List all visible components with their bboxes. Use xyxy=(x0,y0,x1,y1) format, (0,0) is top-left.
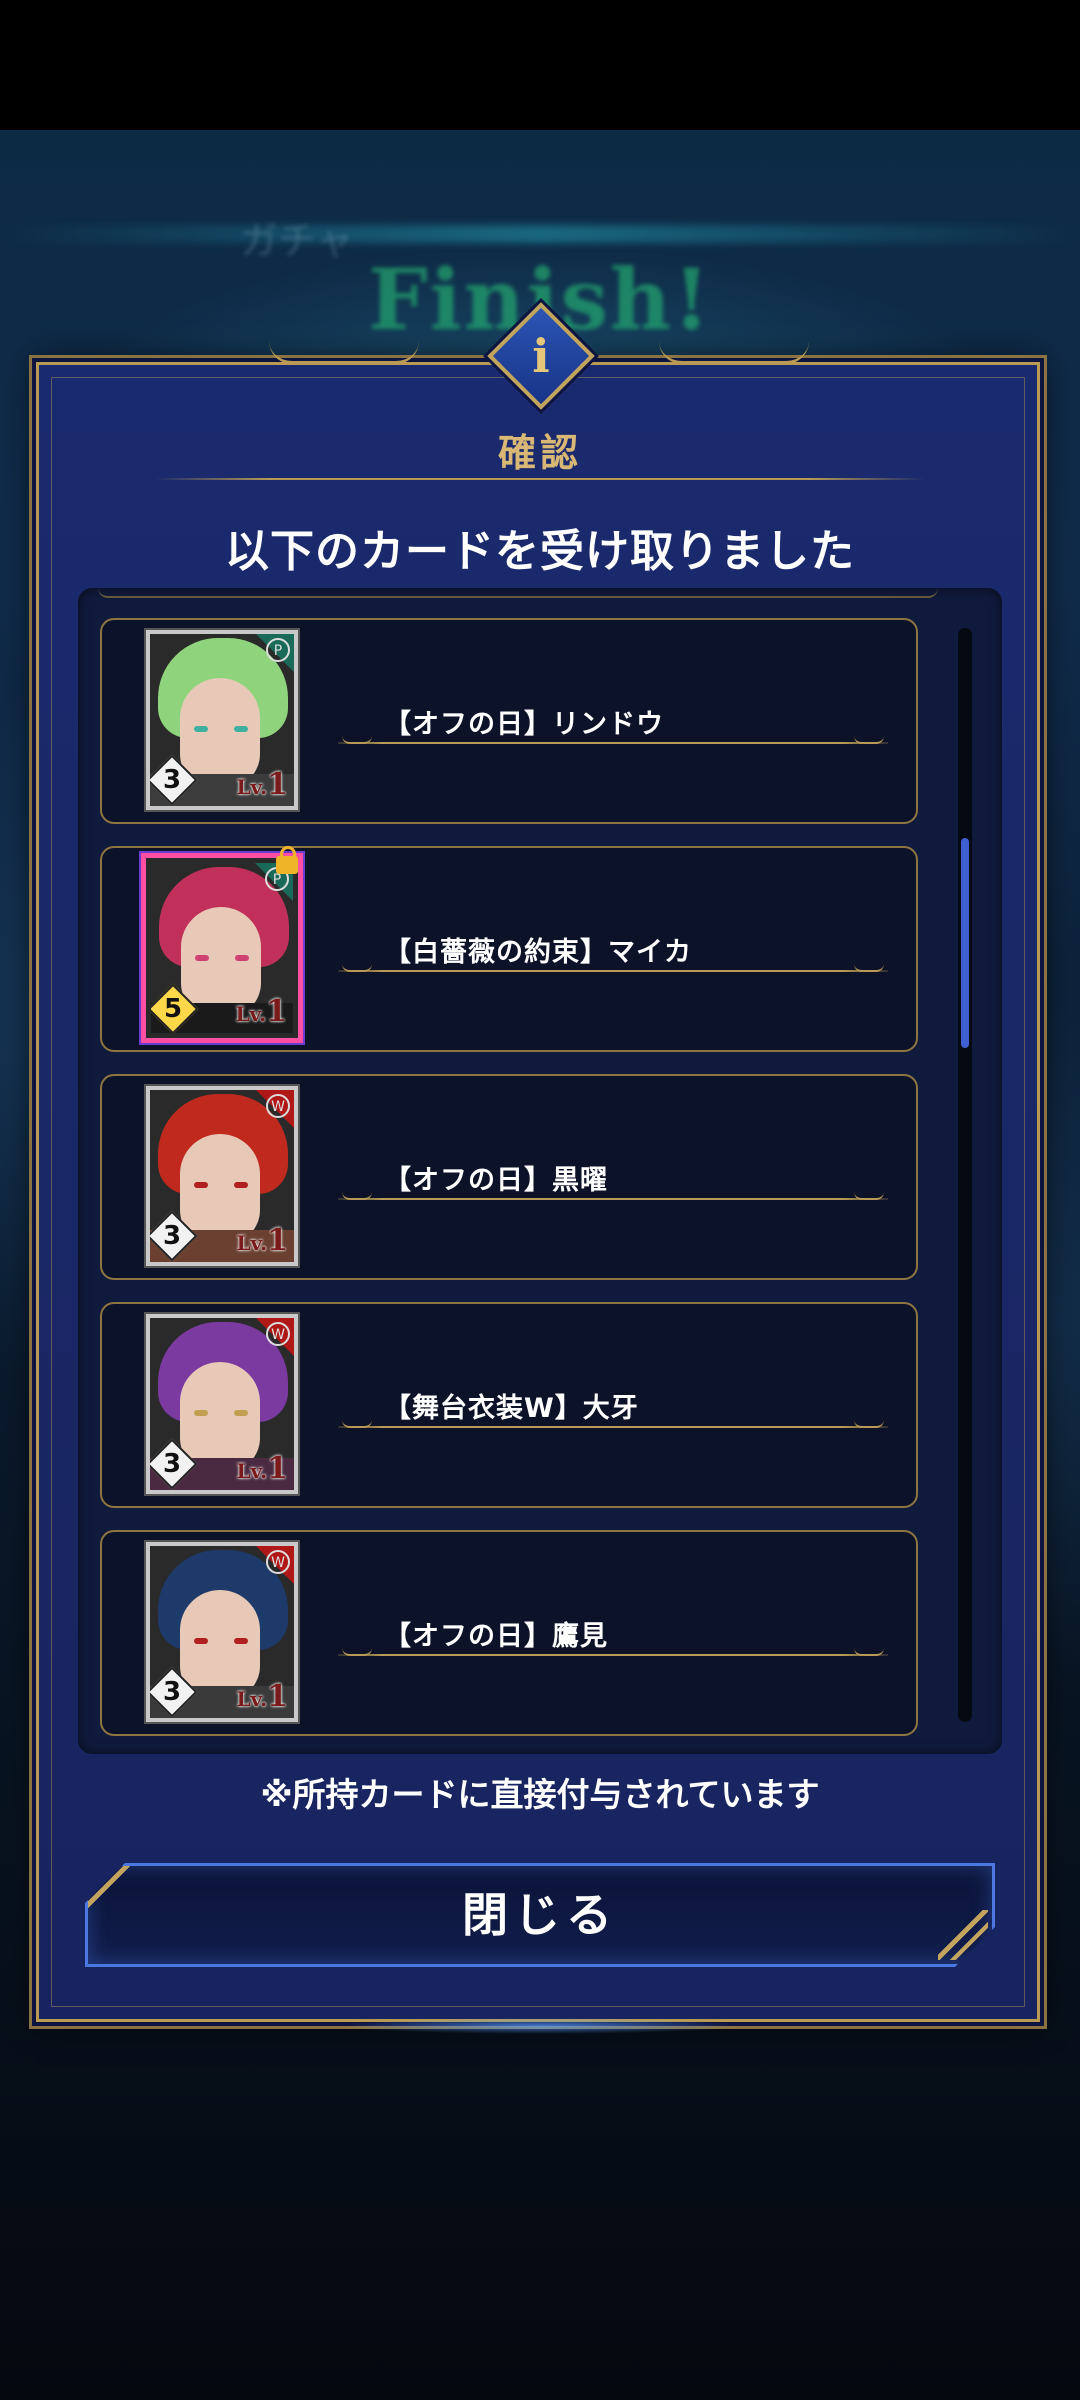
card-row[interactable]: P 5 Lv.1 【白薔薇の約束】マイカ xyxy=(100,846,918,1052)
card-name: 【白薔薇の約束】マイカ xyxy=(384,937,692,968)
card-level-prefix: Lv. xyxy=(236,775,268,799)
card-level: Lv.1 xyxy=(236,1451,288,1486)
card-level-value: 1 xyxy=(267,767,288,802)
card-thumbnail[interactable]: W 3 Lv.1 xyxy=(146,1542,298,1722)
dialog-title: 確認 xyxy=(497,431,582,475)
rarity-number: 3 xyxy=(162,1221,182,1251)
card-art-eye xyxy=(194,1410,208,1416)
background-light-band xyxy=(0,225,1080,243)
card-level-value: 1 xyxy=(267,1679,288,1714)
rarity-number: 5 xyxy=(163,994,183,1024)
card-art-eye xyxy=(195,955,209,961)
scrollbar-thumb[interactable] xyxy=(961,838,969,1048)
card-level-prefix: Lv. xyxy=(236,1687,268,1711)
card-name: 【オフの日】黒曜 xyxy=(384,1165,608,1196)
lock-icon xyxy=(276,846,298,874)
dialog-ornament-left xyxy=(269,341,419,364)
card-art-eye xyxy=(194,1638,208,1644)
card-level: Lv.1 xyxy=(236,767,288,802)
list-previous-row-edge xyxy=(98,588,938,598)
card-type-badge: W xyxy=(266,1322,290,1346)
card-type-badge: W xyxy=(266,1550,290,1574)
card-art-eye xyxy=(194,726,208,732)
card-name: 【舞台衣装W】大牙 xyxy=(384,1393,639,1424)
close-button-label[interactable]: 閉じる xyxy=(85,1863,995,1967)
rarity-number: 3 xyxy=(162,1677,182,1707)
card-art-eye xyxy=(235,955,249,961)
card-name-underline xyxy=(338,1654,888,1656)
card-level-value: 1 xyxy=(266,994,287,1029)
info-icon-letter: i xyxy=(532,329,550,383)
card-name: 【オフの日】鷹見 xyxy=(384,1621,608,1652)
card-name-underline xyxy=(338,970,888,972)
card-row[interactable]: P 3 Lv.1 【オフの日】リンドウ xyxy=(100,618,918,824)
card-level: Lv.1 xyxy=(235,994,287,1029)
dialog-ornament-right xyxy=(659,341,809,364)
card-art-eye xyxy=(194,1182,208,1188)
card-name: 【オフの日】リンドウ xyxy=(384,709,664,740)
card-level-value: 1 xyxy=(267,1223,288,1258)
dialog-note: ※所持カードに直接付与されています xyxy=(260,1775,820,1814)
rarity-number: 3 xyxy=(162,765,182,795)
card-art-eye xyxy=(234,726,248,732)
card-level-prefix: Lv. xyxy=(236,1231,268,1255)
card-level-value: 1 xyxy=(267,1451,288,1486)
card-name-underline xyxy=(338,742,888,744)
card-type-badge: W xyxy=(266,1094,290,1118)
card-thumbnail[interactable]: W 3 Lv.1 xyxy=(146,1314,298,1494)
card-name-underline xyxy=(338,1198,888,1200)
card-thumbnail[interactable]: P 3 Lv.1 xyxy=(146,630,298,810)
dialog-subtitle: 以下のカードを受け取りました xyxy=(225,526,855,577)
card-level-prefix: Lv. xyxy=(236,1459,268,1483)
scrollbar-track[interactable] xyxy=(958,628,972,1722)
dialog-bottom-glow xyxy=(340,2018,740,2034)
card-level: Lv.1 xyxy=(236,1679,288,1714)
card-thumbnail[interactable]: P 5 Lv.1 xyxy=(146,858,298,1038)
rarity-number: 3 xyxy=(162,1449,182,1479)
card-row[interactable]: W 3 Lv.1 【舞台衣装W】大牙 xyxy=(100,1302,918,1508)
card-level: Lv.1 xyxy=(236,1223,288,1258)
card-art-eye xyxy=(234,1182,248,1188)
card-thumbnail[interactable]: W 3 Lv.1 xyxy=(146,1086,298,1266)
card-name-underline xyxy=(338,1426,888,1428)
card-row[interactable]: W 3 Lv.1 【オフの日】黒曜 xyxy=(100,1074,918,1280)
card-level-prefix: Lv. xyxy=(235,1002,267,1026)
card-row[interactable]: W 3 Lv.1 【オフの日】鷹見 xyxy=(100,1530,918,1736)
title-divider xyxy=(155,478,925,480)
card-art-eye xyxy=(234,1638,248,1644)
card-art-eye xyxy=(234,1410,248,1416)
card-type-badge: P xyxy=(266,638,290,662)
